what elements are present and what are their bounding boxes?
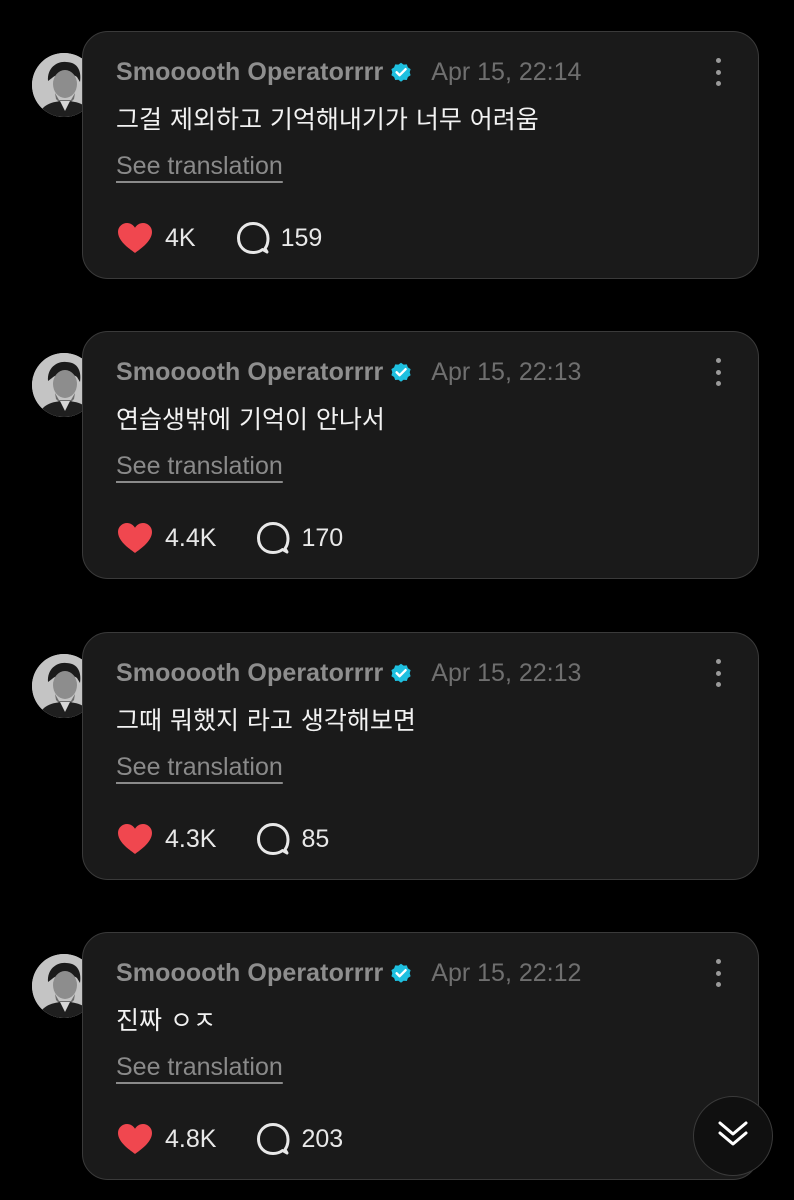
speech-bubble-icon <box>236 221 270 255</box>
post-header: Smooooth Operatorrrr Apr 15, 22:13 <box>116 354 581 390</box>
speech-bubble-icon <box>256 521 290 555</box>
post-header: Smooooth Operatorrrr Apr 15, 22:13 <box>116 655 581 691</box>
post-item: Smooooth Operatorrrr Apr 15, 22:13 그때 뭐했… <box>32 632 760 882</box>
reply-button[interactable]: 159 <box>236 221 323 255</box>
more-options-button[interactable] <box>708 959 728 987</box>
post-actions: 4.8K 203 <box>116 1119 343 1159</box>
post-timestamp: Apr 15, 22:13 <box>431 357 582 386</box>
post-text: 연습생밖에 기억이 안나서 <box>116 405 385 434</box>
reply-count: 170 <box>301 523 344 552</box>
like-button[interactable]: 4.8K <box>116 1122 216 1156</box>
post-header: Smooooth Operatorrrr Apr 15, 22:14 <box>116 54 581 90</box>
post-timestamp: Apr 15, 22:13 <box>431 658 582 687</box>
more-vertical-icon <box>715 358 721 363</box>
post-item: Smooooth Operatorrrr Apr 15, 22:14 그걸 제외… <box>32 31 760 281</box>
post-item: Smooooth Operatorrrr Apr 15, 22:12 진짜 ㅇㅈ… <box>32 932 760 1182</box>
post-actions: 4.4K 170 <box>116 518 343 558</box>
heart-icon <box>116 1122 154 1156</box>
reply-button[interactable]: 203 <box>256 1122 343 1156</box>
see-translation-link[interactable]: See translation <box>116 753 283 782</box>
like-count: 4.4K <box>165 523 217 552</box>
username[interactable]: Smooooth Operatorrrr <box>116 959 383 988</box>
username[interactable]: Smooooth Operatorrrr <box>116 58 383 87</box>
verified-badge-icon <box>389 60 413 84</box>
post-text: 그때 뭐했지 라고 생각해보면 <box>116 706 416 735</box>
more-options-button[interactable] <box>708 358 728 386</box>
scroll-to-bottom-button[interactable] <box>693 1096 773 1176</box>
like-count: 4K <box>165 223 196 252</box>
post-card[interactable]: Smooooth Operatorrrr Apr 15, 22:14 그걸 제외… <box>82 31 759 279</box>
post-card[interactable]: Smooooth Operatorrrr Apr 15, 22:13 그때 뭐했… <box>82 632 759 880</box>
like-count: 4.8K <box>165 1124 217 1153</box>
post-timestamp: Apr 15, 22:12 <box>431 958 582 987</box>
reply-button[interactable]: 170 <box>256 521 343 555</box>
more-vertical-icon <box>715 58 721 63</box>
like-button[interactable]: 4.4K <box>116 521 216 555</box>
reply-thread-feed: Smooooth Operatorrrr Apr 15, 22:14 그걸 제외… <box>0 0 794 1200</box>
see-translation-link[interactable]: See translation <box>116 452 283 481</box>
see-translation-link[interactable]: See translation <box>116 152 283 181</box>
reply-count: 203 <box>301 1124 344 1153</box>
post-text: 진짜 ㅇㅈ <box>116 1006 216 1035</box>
post-actions: 4.3K 85 <box>116 819 329 859</box>
more-vertical-icon <box>715 959 721 964</box>
reply-count: 159 <box>280 223 323 252</box>
post-header: Smooooth Operatorrrr Apr 15, 22:12 <box>116 955 581 991</box>
like-button[interactable]: 4.3K <box>116 822 216 856</box>
username[interactable]: Smooooth Operatorrrr <box>116 659 383 688</box>
see-translation-link[interactable]: See translation <box>116 1053 283 1082</box>
reply-button[interactable]: 85 <box>256 822 329 856</box>
like-count: 4.3K <box>165 824 217 853</box>
speech-bubble-icon <box>256 822 290 856</box>
post-timestamp: Apr 15, 22:14 <box>431 57 582 86</box>
post-card[interactable]: Smooooth Operatorrrr Apr 15, 22:12 진짜 ㅇㅈ… <box>82 932 759 1180</box>
post-card[interactable]: Smooooth Operatorrrr Apr 15, 22:13 연습생밖에… <box>82 331 759 579</box>
speech-bubble-icon <box>256 1122 290 1156</box>
verified-badge-icon <box>389 961 413 985</box>
reply-count: 85 <box>301 824 330 853</box>
more-options-button[interactable] <box>708 58 728 86</box>
double-chevron-down-icon <box>716 1119 750 1153</box>
heart-icon <box>116 221 154 255</box>
heart-icon <box>116 521 154 555</box>
like-button[interactable]: 4K <box>116 221 196 255</box>
verified-badge-icon <box>389 360 413 384</box>
post-actions: 4K 159 <box>116 218 322 258</box>
post-text: 그걸 제외하고 기억해내기가 너무 어려움 <box>116 105 539 134</box>
post-item: Smooooth Operatorrrr Apr 15, 22:13 연습생밖에… <box>32 331 760 581</box>
verified-badge-icon <box>389 661 413 685</box>
heart-icon <box>116 822 154 856</box>
more-vertical-icon <box>715 659 721 664</box>
username[interactable]: Smooooth Operatorrrr <box>116 358 383 387</box>
more-options-button[interactable] <box>708 659 728 687</box>
